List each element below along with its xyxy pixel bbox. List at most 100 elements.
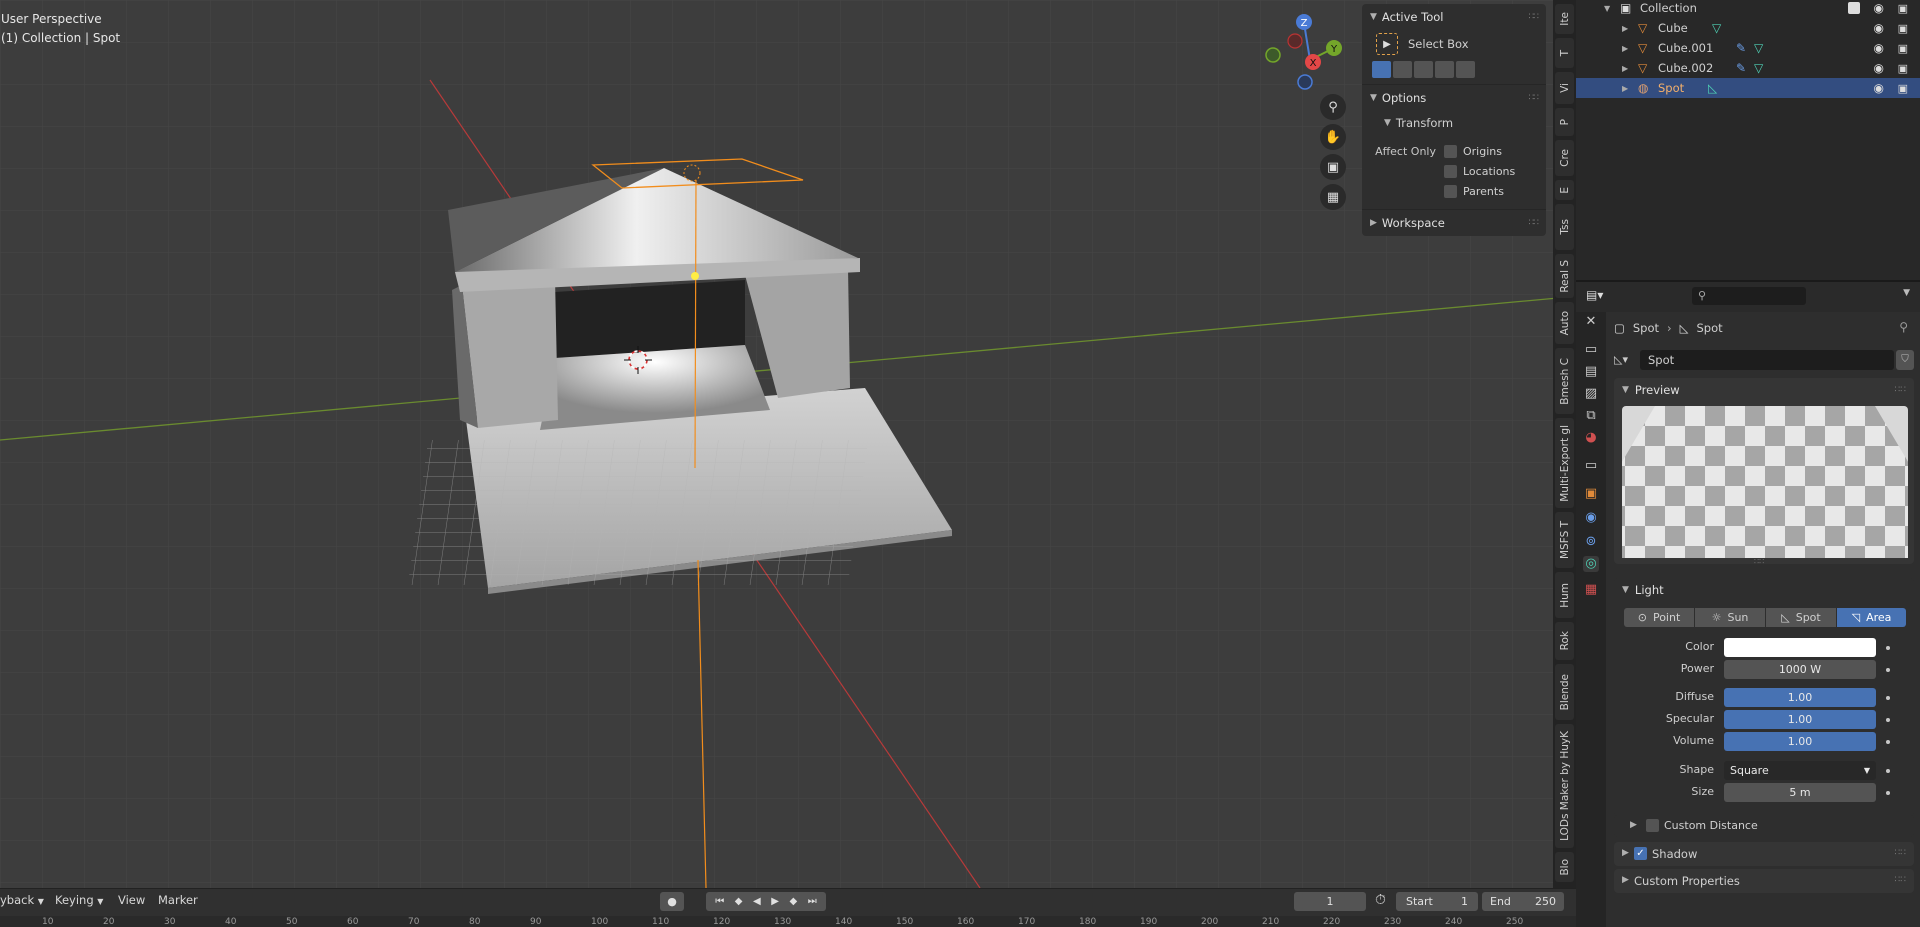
keyframe-dot-icon[interactable] bbox=[1886, 769, 1890, 773]
jump-end-icon[interactable]: ⏭ bbox=[808, 896, 817, 907]
keyframe-dot-icon[interactable] bbox=[1886, 740, 1890, 744]
camera-icon[interactable]: ▣ bbox=[1898, 82, 1908, 95]
options-header[interactable]: ▼ Options ∷∷ bbox=[1362, 85, 1546, 111]
light-data-icon[interactable]: ◺ bbox=[1708, 81, 1717, 95]
grip-icon[interactable]: ∷∷ bbox=[1529, 218, 1540, 228]
custom-properties-panel[interactable]: ▶ Custom Properties ∷∷ bbox=[1614, 869, 1914, 893]
mesh-data-icon[interactable]: ▽ bbox=[1754, 61, 1763, 75]
marker-menu[interactable]: Marker bbox=[158, 893, 198, 907]
sidebar-tab[interactable]: E bbox=[1555, 180, 1574, 200]
collection-tab-icon[interactable]: ▭ bbox=[1583, 458, 1599, 474]
eye-icon[interactable]: ◉ bbox=[1874, 61, 1884, 75]
record-button[interactable]: ● bbox=[660, 892, 684, 911]
jump-start-icon[interactable]: ⏮ bbox=[715, 896, 724, 907]
sidebar-tab[interactable]: Bmesh C bbox=[1555, 348, 1574, 414]
mode-set-button[interactable] bbox=[1372, 61, 1391, 78]
modifier-wrench-icon[interactable]: ✎ bbox=[1736, 61, 1746, 75]
start-frame-field[interactable]: Start 1 bbox=[1396, 892, 1478, 911]
chevron-down-icon[interactable]: ▼ bbox=[1903, 288, 1910, 298]
camera-icon[interactable]: ▣ bbox=[1898, 42, 1908, 55]
transform-subheader[interactable]: ▼ Transform bbox=[1362, 111, 1546, 135]
light-type-area[interactable]: ◹ Area bbox=[1837, 608, 1906, 627]
keyframe-dot-icon[interactable] bbox=[1886, 718, 1890, 722]
view-layer-tab-icon[interactable]: ▨ bbox=[1583, 386, 1599, 402]
sidebar-tab[interactable]: Auto bbox=[1555, 302, 1574, 344]
camera-icon[interactable]: ▣ bbox=[1898, 62, 1908, 75]
workspace-header[interactable]: ▶ Workspace ∷∷ bbox=[1362, 210, 1546, 236]
active-tool-header[interactable]: ▼ Active Tool ∷∷ bbox=[1362, 4, 1546, 30]
current-frame-field[interactable]: 1 bbox=[1294, 892, 1366, 911]
editor-type-icon[interactable]: ▤▾ bbox=[1586, 288, 1616, 306]
render-tab-icon[interactable]: ▭ bbox=[1583, 342, 1599, 358]
light-type-sun[interactable]: ☼ Sun bbox=[1695, 608, 1765, 627]
search-input[interactable]: ⚲ bbox=[1692, 287, 1806, 305]
sidebar-tab[interactable]: P bbox=[1555, 108, 1574, 136]
light-header[interactable]: ▼ Light bbox=[1614, 578, 1914, 602]
mode-extend-button[interactable] bbox=[1393, 61, 1412, 78]
tool-tab-icon[interactable]: ✕ bbox=[1583, 314, 1599, 330]
outliner-row-cube-001[interactable]: ▶ ▽ Cube.001 ✎ ▽ ◉ ▣ bbox=[1576, 38, 1920, 58]
light-type-point[interactable]: ⊙ Point bbox=[1624, 608, 1694, 627]
modifier-wrench-icon[interactable]: ✎ bbox=[1736, 41, 1746, 55]
power-field[interactable]: 1000 W bbox=[1724, 660, 1876, 679]
eye-icon[interactable]: ◉ bbox=[1874, 41, 1884, 55]
light-data-tab-icon[interactable]: ◎ bbox=[1583, 556, 1599, 572]
prev-keyframe-icon[interactable]: ◆ bbox=[735, 896, 743, 907]
light-type-spot[interactable]: ◺ Spot bbox=[1766, 608, 1836, 627]
grip-icon[interactable]: ∷∷ bbox=[1895, 875, 1906, 885]
datablock-name-field[interactable]: Spot bbox=[1640, 350, 1894, 370]
chevron-right-icon[interactable]: ▶ bbox=[1622, 44, 1628, 53]
datablock-browse-icon[interactable]: ◺▾ bbox=[1614, 350, 1638, 370]
select-box-tool-icon[interactable]: ▶ bbox=[1376, 33, 1398, 55]
sidebar-tab[interactable]: Tss bbox=[1555, 204, 1574, 250]
end-frame-field[interactable]: End 250 bbox=[1482, 892, 1564, 911]
next-keyframe-icon[interactable]: ◆ bbox=[790, 896, 798, 907]
3d-viewport[interactable]: Z Y X User Perspective (1) Collection | … bbox=[0, 0, 1558, 888]
object-tab-icon[interactable]: ▣ bbox=[1583, 486, 1599, 502]
chevron-right-icon[interactable]: ▶ bbox=[1622, 24, 1628, 33]
diffuse-slider[interactable]: 1.00 bbox=[1724, 688, 1876, 707]
sidebar-tab[interactable]: Hum bbox=[1555, 572, 1574, 618]
sidebar-tab[interactable]: T bbox=[1555, 38, 1574, 68]
chevron-down-icon[interactable]: ▼ bbox=[1604, 4, 1610, 13]
pin-icon[interactable]: ⚲ bbox=[1899, 320, 1908, 334]
mesh-data-icon[interactable]: ▽ bbox=[1712, 21, 1721, 35]
volume-slider[interactable]: 1.00 bbox=[1724, 732, 1876, 751]
zoom-icon[interactable]: ⚲ bbox=[1320, 94, 1346, 120]
custom-distance-subpanel[interactable]: ▶ Custom Distance bbox=[1614, 815, 1914, 837]
eye-icon[interactable]: ◉ bbox=[1874, 81, 1884, 95]
play-reverse-icon[interactable]: ◀ bbox=[753, 896, 761, 907]
texture-tab-icon[interactable]: ▦ bbox=[1583, 582, 1599, 598]
camera-icon[interactable]: ▣ bbox=[1898, 2, 1908, 15]
sidebar-tab[interactable]: Vi bbox=[1555, 72, 1574, 104]
view-menu[interactable]: View bbox=[118, 893, 145, 907]
mode-intersect-button[interactable] bbox=[1456, 61, 1475, 78]
specular-slider[interactable]: 1.00 bbox=[1724, 710, 1876, 729]
exclude-checkbox[interactable] bbox=[1848, 2, 1860, 14]
sidebar-tab[interactable]: LODs Maker by HuyK bbox=[1555, 724, 1574, 848]
sidebar-tab[interactable]: Cre bbox=[1555, 140, 1574, 176]
stopwatch-icon[interactable]: ⏱ bbox=[1375, 892, 1386, 908]
size-field[interactable]: 5 m bbox=[1724, 783, 1876, 802]
origins-checkbox[interactable] bbox=[1444, 144, 1457, 158]
keyframe-dot-icon[interactable] bbox=[1886, 696, 1890, 700]
grip-icon[interactable]: ∷∷ bbox=[1895, 385, 1906, 395]
grip-icon[interactable]: ∷∷ bbox=[1529, 93, 1540, 103]
ortho-grid-icon[interactable]: ▦ bbox=[1320, 184, 1346, 210]
outliner-row-spot[interactable]: ▶ ◍ Spot ◺ ◉ ▣ bbox=[1576, 78, 1920, 98]
output-tab-icon[interactable]: ▤ bbox=[1583, 364, 1599, 380]
sidebar-tab[interactable]: Rok bbox=[1555, 622, 1574, 660]
scene-tab-icon[interactable]: ⧉ bbox=[1583, 408, 1599, 424]
sidebar-tab[interactable]: Real S bbox=[1555, 254, 1574, 298]
fake-user-shield-icon[interactable]: ⛉ bbox=[1896, 350, 1914, 370]
mode-invert-button[interactable] bbox=[1435, 61, 1454, 78]
keying-menu[interactable]: Keying ▼ bbox=[55, 893, 103, 907]
eye-icon[interactable]: ◉ bbox=[1874, 1, 1884, 15]
shadow-panel[interactable]: ▶ ✓ Shadow ∷∷ bbox=[1614, 842, 1914, 866]
resize-grip-icon[interactable]: ∷∷ bbox=[1754, 557, 1764, 566]
play-icon[interactable]: ▶ bbox=[771, 896, 779, 907]
outliner-row-cube[interactable]: ▶ ▽ Cube ▽ ◉ ▣ bbox=[1576, 18, 1920, 38]
mode-subtract-button[interactable] bbox=[1414, 61, 1433, 78]
keyframe-dot-icon[interactable] bbox=[1886, 646, 1890, 650]
color-swatch[interactable] bbox=[1724, 638, 1876, 657]
